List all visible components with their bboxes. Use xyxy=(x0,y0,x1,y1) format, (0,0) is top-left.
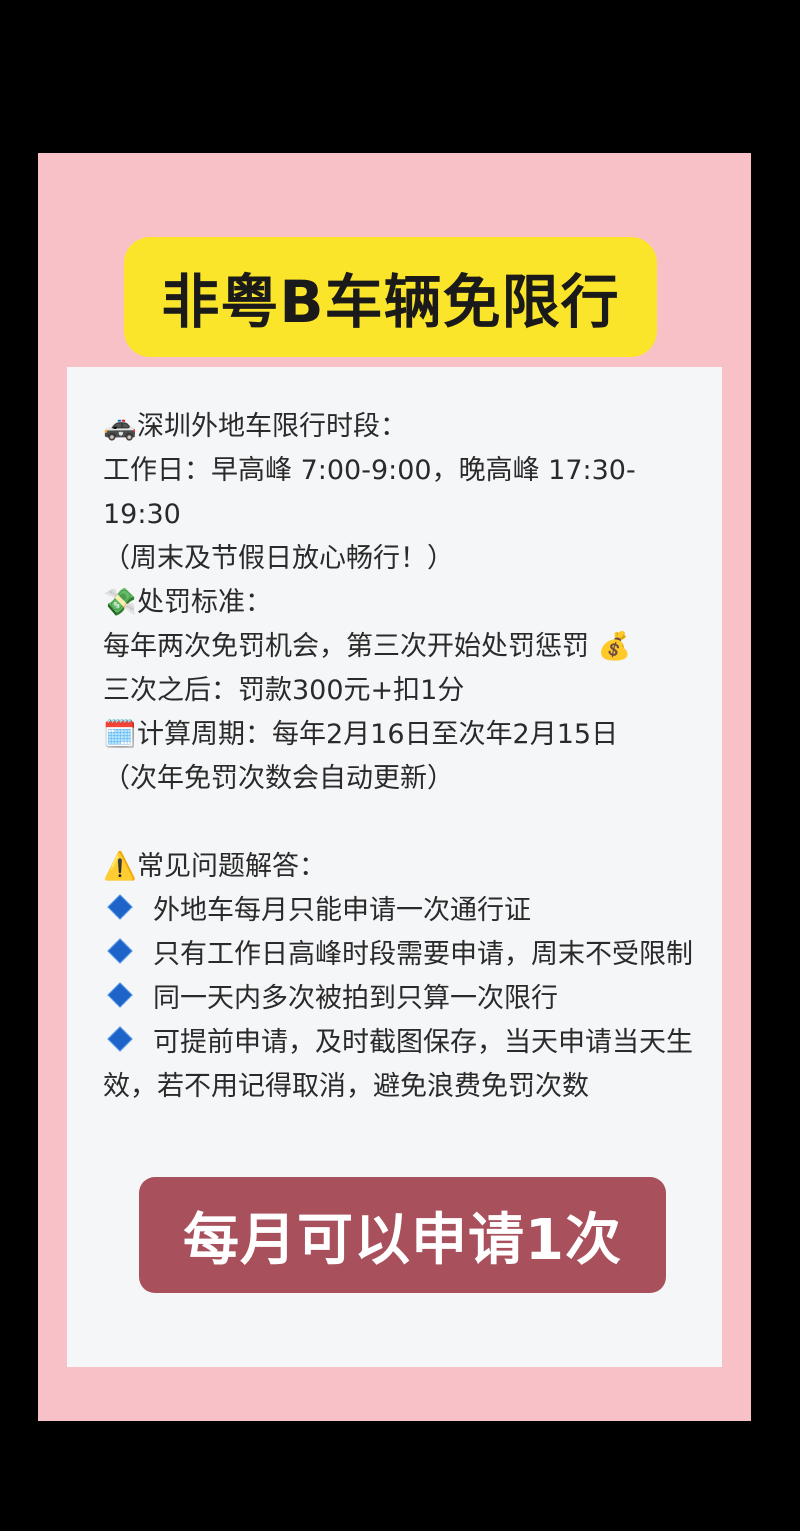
footer-banner: 每月可以申请1次 xyxy=(139,1177,666,1293)
blue-diamond-icon xyxy=(107,938,133,964)
faq-item: 可提前申请，及时截图保存，当天申请当天生效，若不用记得取消，避免浪费免罚次数 xyxy=(103,1021,703,1109)
penalty-line-2: 三次之后：罚款300元+扣1分 xyxy=(103,675,465,706)
warning-icon: ⚠️ xyxy=(103,851,137,882)
cycle-line-1: （次年免罚次数会自动更新） xyxy=(103,763,454,794)
poster-frame: 非粤B车辆免限行 🚓深圳外地车限行时段： 工作日：早高峰 7:00-9:00，晚… xyxy=(38,153,751,1421)
footer-text: 每月可以申请1次 xyxy=(183,1207,622,1273)
faq-item-text: 只有工作日高峰时段需要申请，周末不受限制 xyxy=(153,939,693,970)
faq-item-text: 可提前申请，及时截图保存，当天申请当天生效，若不用记得取消，避免浪费免罚次数 xyxy=(103,1027,693,1102)
penalty-heading: 处罚标准： xyxy=(137,587,272,618)
calendar-icon: 🗓️ xyxy=(103,719,137,750)
penalty-line-1: 每年两次免罚机会，第三次开始处罚惩罚 💰 xyxy=(103,625,703,669)
blue-diamond-icon xyxy=(107,982,133,1008)
faq-item: 同一天内多次被拍到只算一次限行 xyxy=(103,977,703,1021)
blue-diamond-icon xyxy=(107,1026,133,1052)
money-with-wings-icon: 💸 xyxy=(103,587,137,618)
faq-item-text: 同一天内多次被拍到只算一次限行 xyxy=(153,983,558,1014)
period-line-3: （周末及节假日放心畅行！） xyxy=(103,543,454,574)
penalty-line-1-text: 每年两次免罚机会，第三次开始处罚惩罚 xyxy=(103,631,589,662)
money-bag-icon: 💰 xyxy=(597,631,632,662)
faq-item: 外地车每月只能申请一次通行证 xyxy=(103,889,703,933)
faq-item-text: 外地车每月只能申请一次通行证 xyxy=(153,895,531,926)
period-heading: 深圳外地车限行时段： xyxy=(137,411,407,442)
faq-heading-line: ⚠️常见问题解答： xyxy=(103,845,703,889)
cycle-heading-line: 🗓️计算周期：每年2月16日至次年2月15日 xyxy=(103,713,703,757)
police-car-icon: 🚓 xyxy=(103,411,137,442)
period-heading-line: 🚓深圳外地车限行时段： xyxy=(103,405,703,449)
cycle-heading: 计算周期：每年2月16日至次年2月15日 xyxy=(137,719,619,750)
page-title: 非粤B车辆免限行 xyxy=(161,268,620,336)
faq-item: 只有工作日高峰时段需要申请，周末不受限制 xyxy=(103,933,703,977)
period-line-2: 19:30 xyxy=(103,499,181,530)
period-line-1: 工作日：早高峰 7:00-9:00，晚高峰 17:30- xyxy=(103,455,636,486)
penalty-heading-line: 💸处罚标准： xyxy=(103,581,703,625)
blue-diamond-icon xyxy=(107,894,133,920)
title-banner: 非粤B车辆免限行 xyxy=(124,237,657,357)
faq-heading: 常见问题解答： xyxy=(137,851,326,882)
content-body: 🚓深圳外地车限行时段： 工作日：早高峰 7:00-9:00，晚高峰 17:30-… xyxy=(103,405,703,1109)
